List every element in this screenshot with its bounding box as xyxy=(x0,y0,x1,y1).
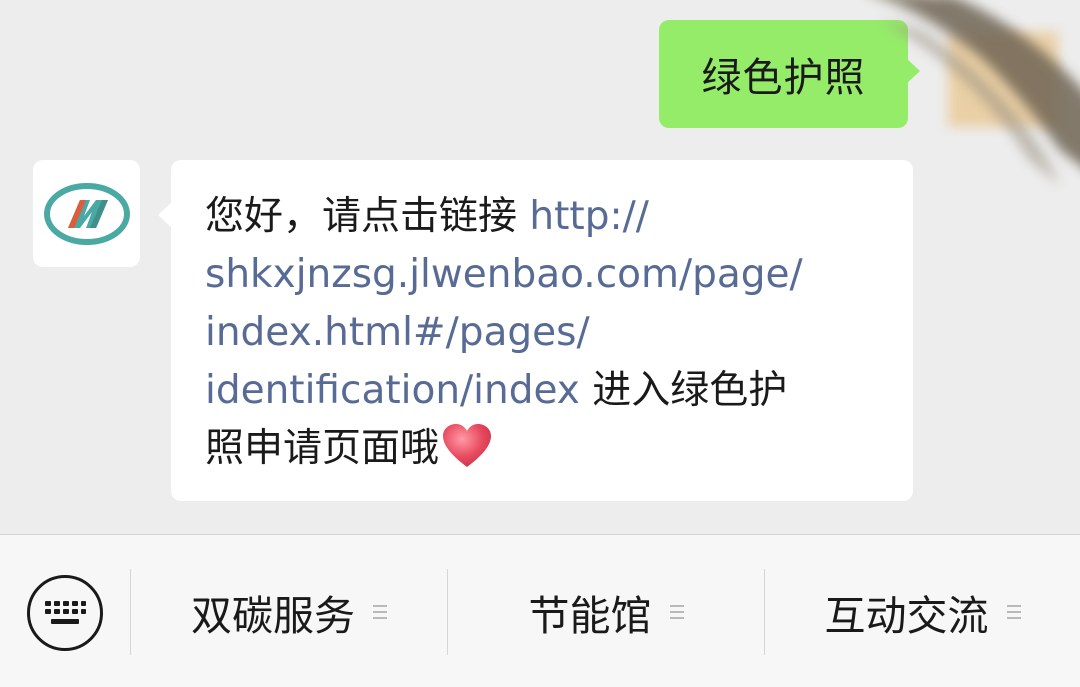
outgoing-message-text: 绿色护照 xyxy=(701,55,866,101)
message-line: identification/index 进入绿色护 xyxy=(205,362,885,420)
bottom-menu-bar: 双碳服务 节能馆 互动交流 xyxy=(0,534,1080,687)
message-text: 照申请页面哦 xyxy=(205,426,440,471)
message-link[interactable]: identification/index xyxy=(205,368,580,413)
message-text: 您好，请点击链接 xyxy=(205,194,518,239)
menu-item-shuangtan-service[interactable]: 双碳服务 xyxy=(131,569,447,655)
menu-item-energy-hall[interactable]: 节能馆 xyxy=(448,569,764,655)
menu-item-interaction[interactable]: 互动交流 xyxy=(765,569,1080,655)
message-line: 照申请页面哦 xyxy=(205,420,885,486)
hamburger-icon xyxy=(669,601,684,623)
menu-item-label: 节能馆 xyxy=(528,592,652,640)
chat-area: 绿色护照 您好，请点击链接 http:// shkxjnzsg.jlwenbao… xyxy=(0,0,1080,534)
hamburger-icon xyxy=(373,601,387,623)
menu-item-label: 互动交流 xyxy=(824,592,989,640)
message-link[interactable]: shkxjnzsg.jlwenbao.com/page/ xyxy=(205,246,885,304)
red-heart-icon xyxy=(441,423,493,486)
message-line: 您好，请点击链接 http:// xyxy=(205,188,885,246)
message-text: 进入绿色护 xyxy=(592,368,788,413)
message-link[interactable]: http:// xyxy=(529,194,648,239)
message-link[interactable]: index.html#/pages/ xyxy=(205,304,885,362)
company-logo-icon xyxy=(43,182,130,245)
bubble-tail xyxy=(906,58,920,84)
keyboard-icon[interactable] xyxy=(27,575,103,651)
hamburger-icon xyxy=(1006,601,1021,623)
menu-item-label: 双碳服务 xyxy=(191,592,355,640)
sender-avatar[interactable] xyxy=(33,160,140,267)
bubble-tail xyxy=(158,202,172,228)
incoming-message-bubble[interactable]: 您好，请点击链接 http:// shkxjnzsg.jlwenbao.com/… xyxy=(158,160,913,501)
outgoing-message-bubble[interactable]: 绿色护照 xyxy=(659,20,920,128)
